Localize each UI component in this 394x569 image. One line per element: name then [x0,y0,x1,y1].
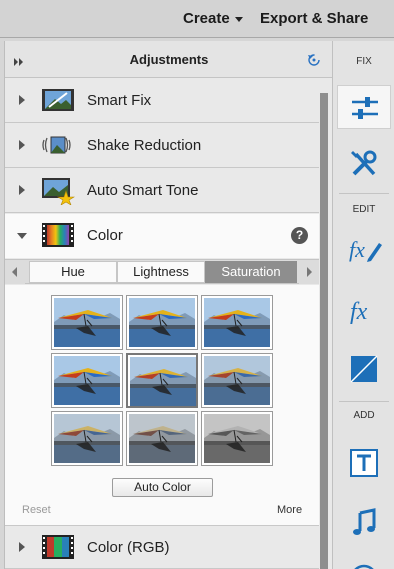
hang-glider-photo [54,298,120,347]
auto-color-button[interactable]: Auto Color [112,478,213,497]
circle-graphic-icon [354,564,374,569]
adjustments-panel: Adjustments Smart Fix Shake Reduction Au… [4,41,333,569]
wrench-screwdriver-icon [351,150,377,176]
saturation-thumbnail[interactable] [51,353,123,408]
color-spectrum-icon [41,222,75,248]
effects-button[interactable]: fx [337,289,391,333]
smart-fix-icon [41,87,75,113]
mode-toolbar: FIX EDIT fx fx ADD [332,41,394,569]
text-icon [350,449,378,477]
saturation-thumbnail[interactable] [201,295,273,350]
saturation-thumbnail[interactable] [126,295,198,350]
saturation-thumbnail[interactable] [51,411,123,466]
section-label: Auto Smart Tone [87,182,199,199]
svg-text:fx: fx [350,299,368,325]
section-label: Smart Fix [87,92,152,109]
divider [339,401,389,402]
textures-button[interactable] [337,347,391,391]
color-rgb-icon [41,534,75,560]
edit-heading: EDIT [352,204,376,215]
section-label: Shake Reduction [87,137,202,154]
saturation-thumbnail[interactable] [51,295,123,350]
add-graphic-button[interactable] [337,556,391,569]
add-music-button[interactable] [337,501,391,545]
create-label: Create [183,10,230,27]
more-link[interactable]: More [277,504,302,516]
panel-title: Adjustments [129,52,209,67]
saturation-thumbnail[interactable] [126,411,198,466]
section-smart-fix[interactable]: Smart Fix [5,79,319,123]
section-color[interactable]: Color ? [5,214,319,258]
chevron-right-icon [19,542,25,552]
sliders-icon [352,97,378,119]
tab-scroll-left-button[interactable] [5,260,25,284]
hang-glider-photo [54,414,120,463]
panel-header: Adjustments [5,41,333,78]
color-tabs: Hue Lightness Saturation [5,259,319,284]
fx-icon: fx [350,299,368,325]
chevron-right-icon [307,267,312,277]
saturation-thumbnail[interactable] [201,353,273,408]
divider [339,193,389,194]
effects-edit-button[interactable]: fx [337,227,391,271]
hang-glider-photo [54,356,120,405]
add-heading: ADD [353,410,375,421]
auto-smart-tone-icon [41,177,76,206]
svg-text:fx: fx [349,237,365,262]
chevron-right-icon [19,140,25,150]
section-color-rgb[interactable]: Color (RGB) [5,525,319,569]
chevron-left-icon [12,267,17,277]
add-text-button[interactable] [337,441,391,485]
chevron-right-icon [19,95,25,105]
section-label: Color (RGB) [87,539,170,556]
music-note-icon [353,508,376,535]
tab-saturation[interactable]: Saturation [205,261,297,283]
texture-icon [350,355,378,383]
create-menu[interactable]: Create [183,10,243,27]
fix-heading: FIX [356,56,372,67]
reset-link[interactable]: Reset [22,504,51,516]
adjustments-tool-button[interactable] [337,85,391,129]
help-icon[interactable]: ? [291,227,308,244]
hang-glider-photo [204,356,270,405]
hang-glider-photo [129,298,195,347]
tools-button[interactable] [337,142,391,186]
hang-glider-photo [204,414,270,463]
chevron-down-icon [17,233,27,239]
export-share-menu[interactable]: Export & Share [260,10,368,27]
chevron-down-icon [234,16,243,22]
section-shake-reduction[interactable]: Shake Reduction [5,124,319,168]
tab-scroll-right-button[interactable] [299,260,319,284]
saturation-thumbnail[interactable] [126,353,198,408]
fx-pencil-icon: fx [349,237,382,262]
saturation-thumbnail[interactable] [201,411,273,466]
section-auto-smart-tone[interactable]: Auto Smart Tone [5,169,319,213]
hang-glider-photo [129,414,195,463]
reset-panel-icon[interactable] [307,53,321,72]
chevron-right-icon [19,185,25,195]
tab-lightness[interactable]: Lightness [117,261,205,283]
hang-glider-photo [204,298,270,347]
section-label: Color [87,227,123,244]
shake-reduction-icon [41,132,75,158]
hang-glider-photo [130,357,196,406]
top-bar: Create Export & Share [0,0,394,38]
scrollbar-thumb[interactable] [320,93,328,569]
tab-hue[interactable]: Hue [29,261,117,283]
